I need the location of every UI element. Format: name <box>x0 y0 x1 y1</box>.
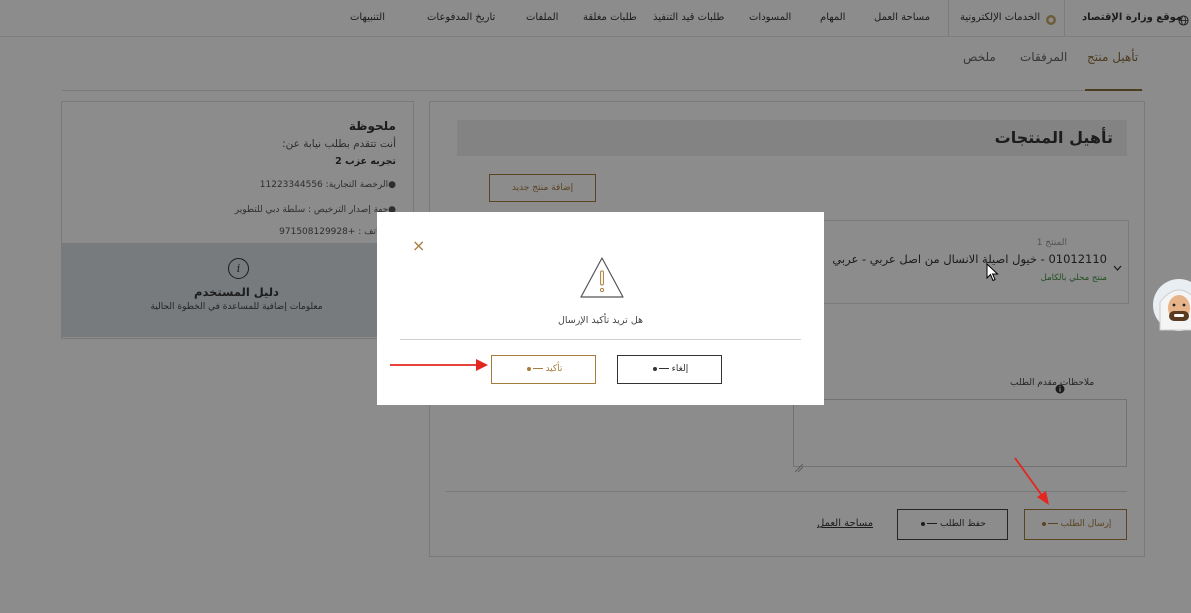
arrow-icon <box>525 364 543 374</box>
confirm-question: هل تريد تأكيد الإرسال <box>557 315 644 326</box>
cancel-button[interactable]: إلغاء <box>617 355 722 384</box>
cancel-label: إلغاء <box>671 364 689 374</box>
warning-icon <box>578 255 626 301</box>
confirm-label: تأكيد <box>545 364 563 374</box>
close-icon[interactable]: × <box>412 238 426 254</box>
confirm-dialog <box>377 212 824 405</box>
confirm-button[interactable]: تأكيد <box>491 355 596 384</box>
chatbot-avatar[interactable] <box>1152 276 1191 334</box>
cursor-icon <box>986 262 1000 283</box>
arrow-icon <box>651 364 669 374</box>
annotation-arrow-icon <box>390 359 488 371</box>
dialog-divider <box>400 339 801 340</box>
annotation-arrow-icon <box>1014 457 1049 505</box>
